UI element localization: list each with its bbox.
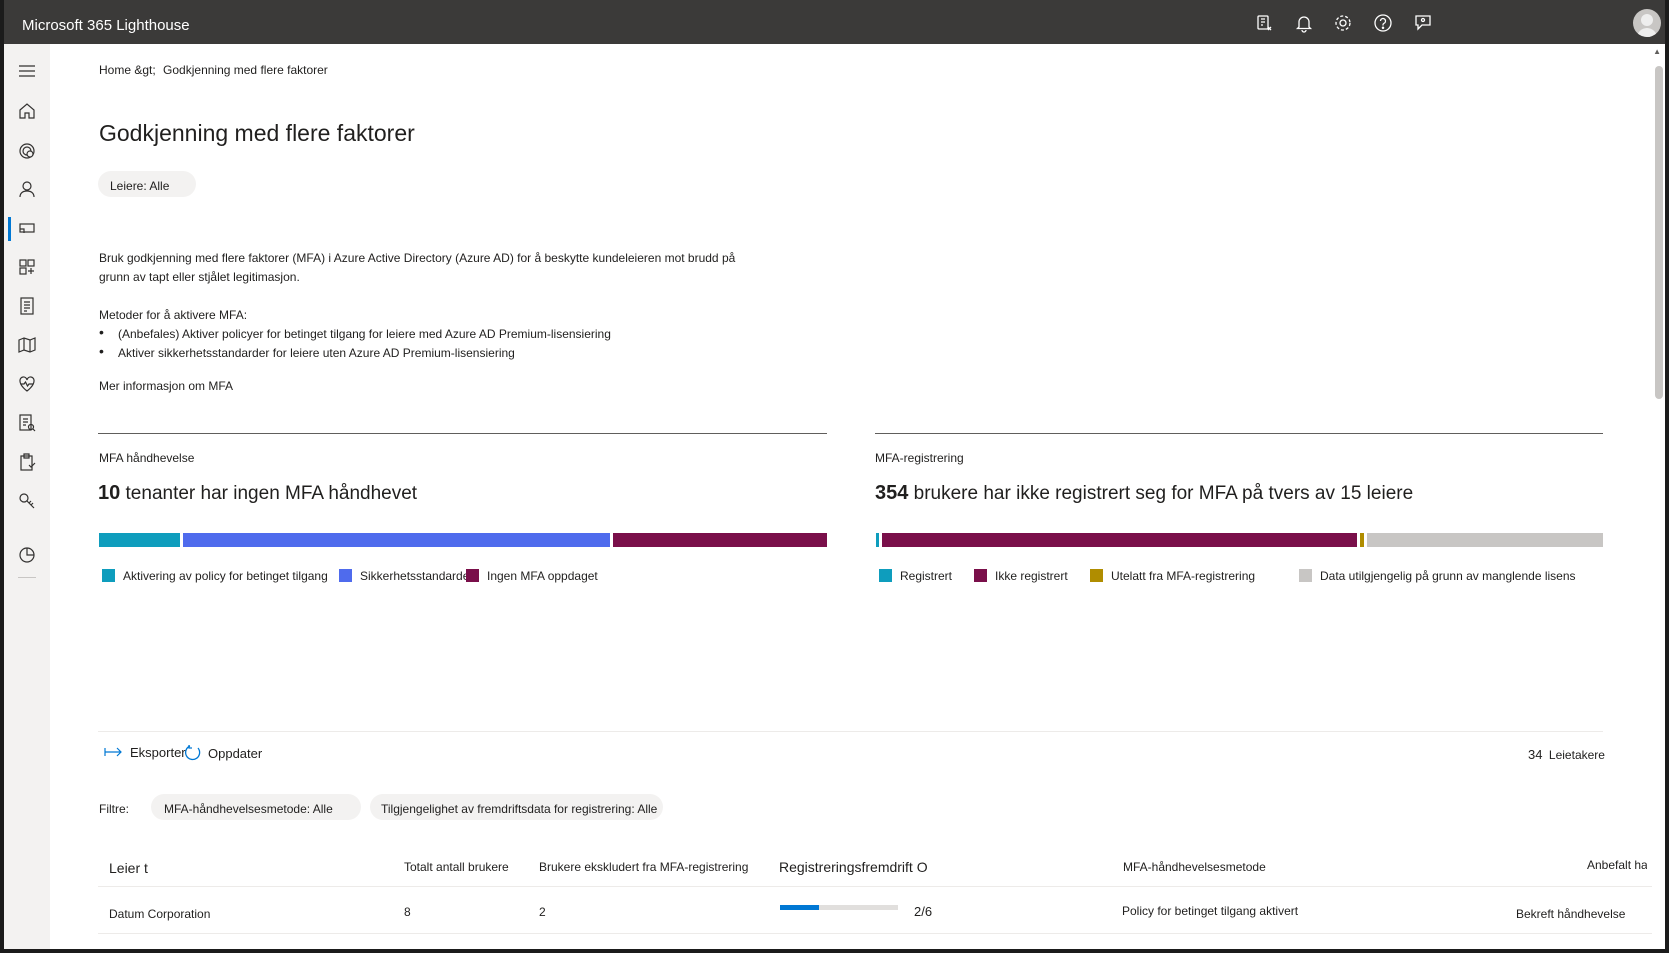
window-frame bbox=[0, 0, 1669, 953]
